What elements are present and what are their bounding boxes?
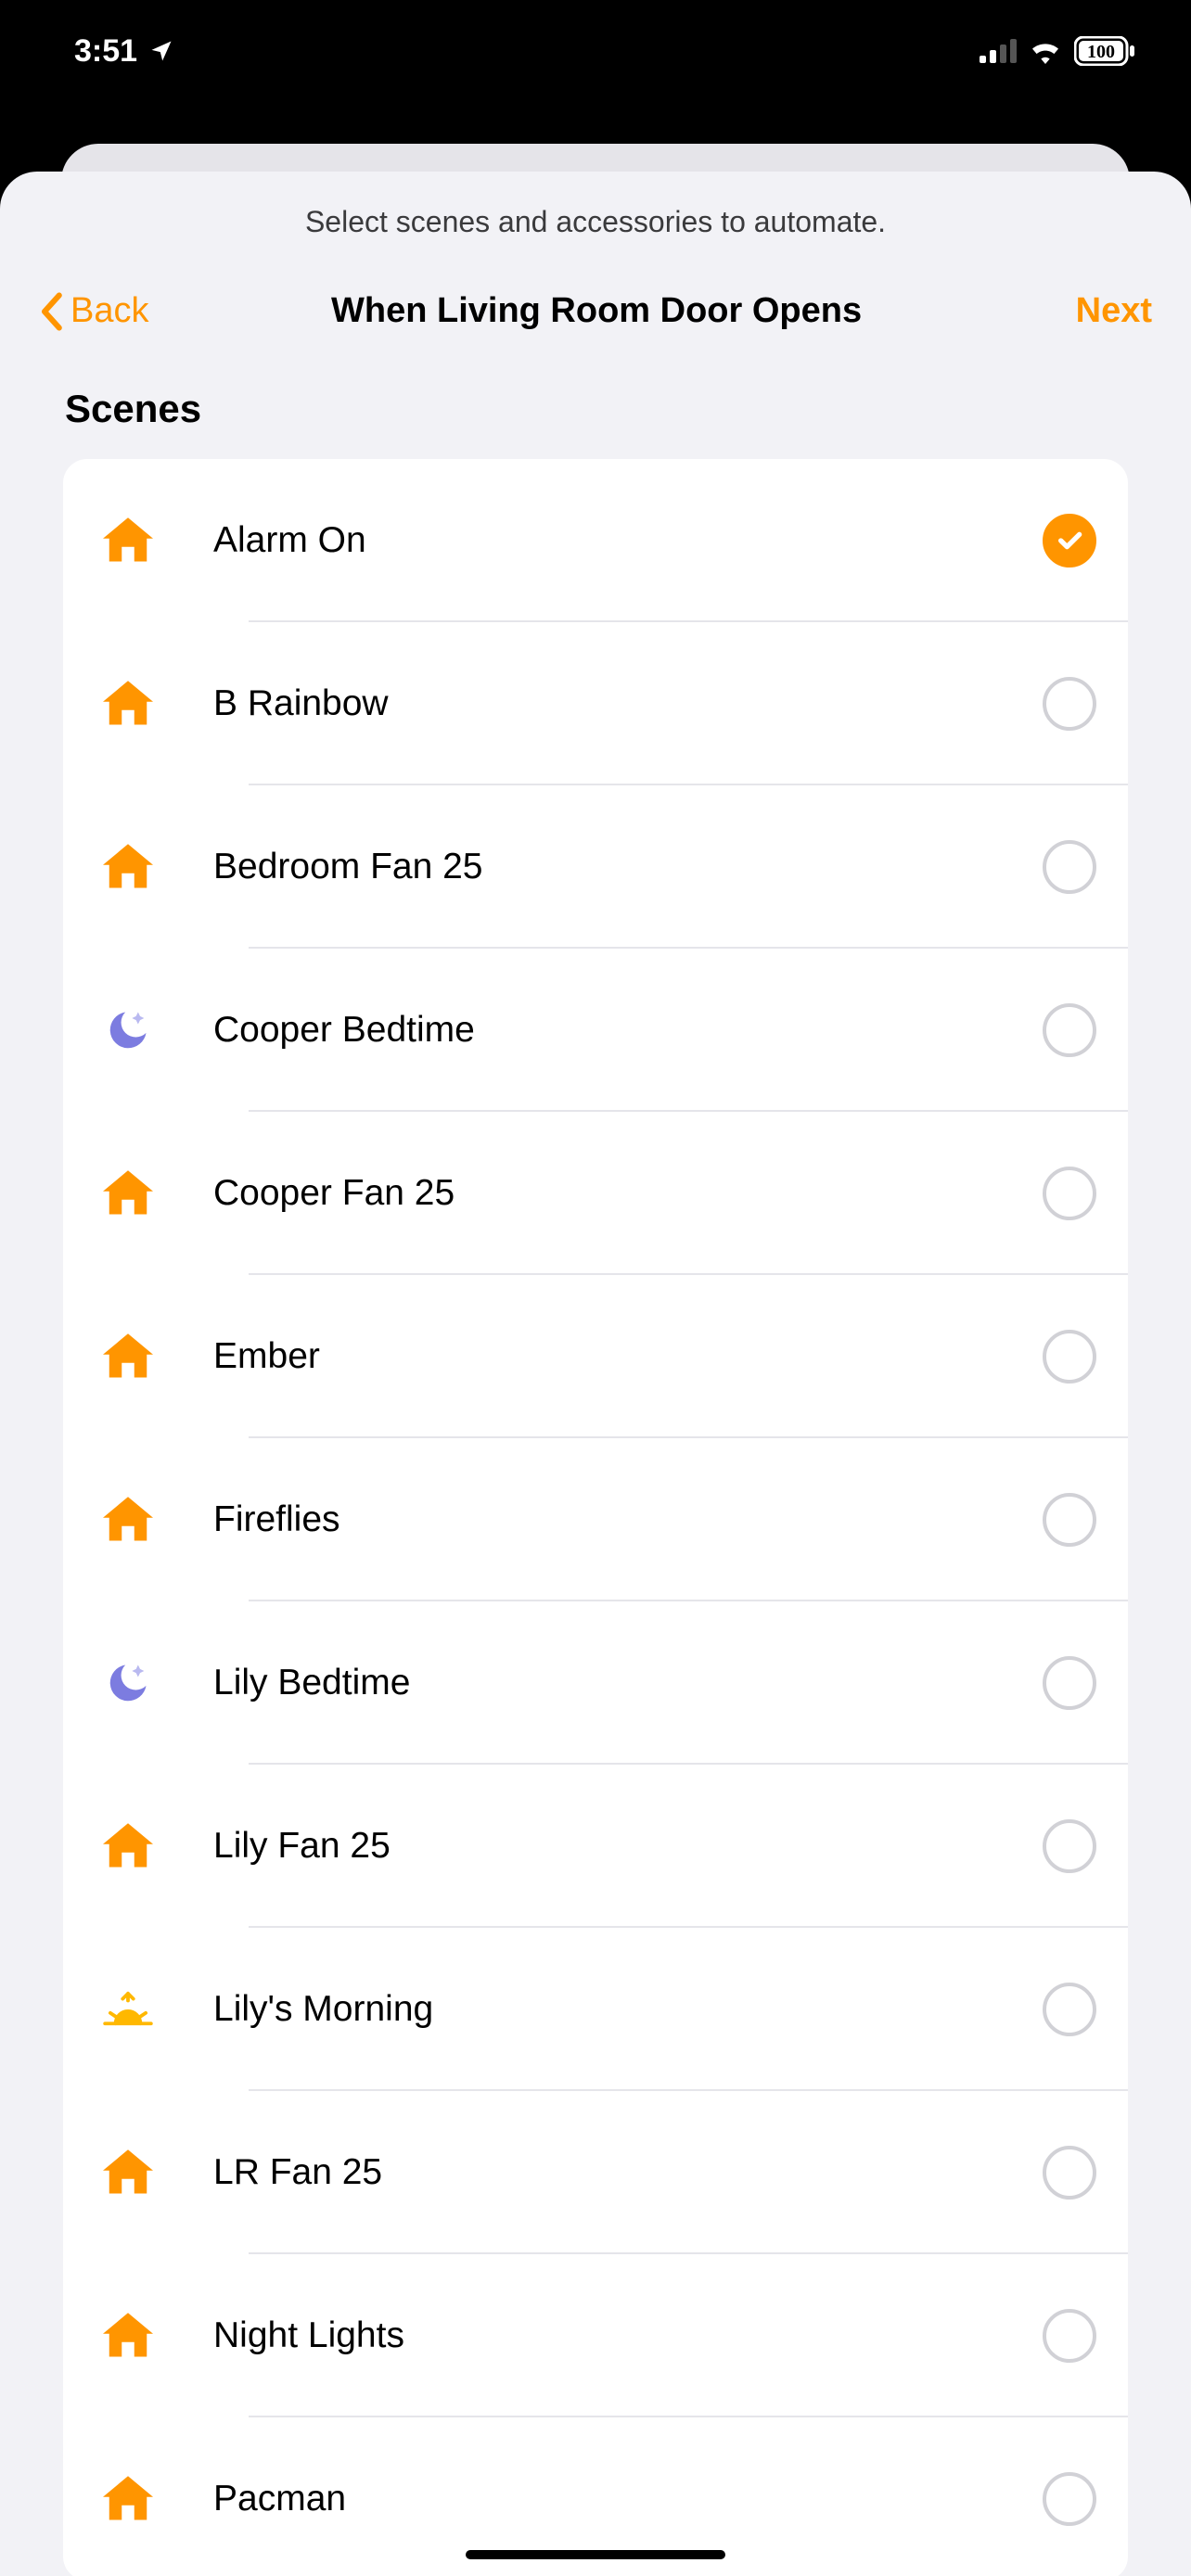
scene-label: Night Lights — [213, 2315, 1043, 2356]
sheet-subtitle: Select scenes and accessories to automat… — [0, 172, 1191, 276]
scene-row[interactable]: Alarm On — [63, 459, 1128, 622]
selection-checkbox[interactable] — [1043, 1983, 1096, 2036]
scene-row[interactable]: B Rainbow — [63, 622, 1128, 785]
status-left: 3:51 — [74, 33, 174, 70]
selection-checkbox[interactable] — [1043, 677, 1096, 731]
home-indicator[interactable] — [466, 2550, 725, 2559]
status-bar: 3:51 100 — [0, 0, 1191, 102]
scenes-header: Scenes — [0, 364, 1191, 459]
nav-title: When Living Room Door Opens — [117, 291, 1075, 331]
house-icon — [100, 2145, 156, 2200]
house-icon — [100, 1818, 156, 1874]
house-icon — [100, 2308, 156, 2364]
selection-checkbox[interactable] — [1043, 2146, 1096, 2200]
cellular-icon — [980, 39, 1017, 63]
scene-label: Cooper Bedtime — [213, 1010, 1043, 1051]
house-icon — [100, 1492, 156, 1548]
selection-checkbox[interactable] — [1043, 1656, 1096, 1710]
selection-checkbox[interactable] — [1043, 1330, 1096, 1384]
scene-label: Cooper Fan 25 — [213, 1173, 1043, 1214]
house-icon — [100, 676, 156, 732]
scene-label: B Rainbow — [213, 683, 1043, 724]
selection-checkbox[interactable] — [1043, 1819, 1096, 1873]
scene-label: Pacman — [213, 2479, 1043, 2519]
location-icon — [148, 38, 174, 64]
house-icon — [100, 2471, 156, 2527]
chevron-left-icon — [39, 292, 63, 331]
scene-row[interactable]: Cooper Bedtime — [63, 949, 1128, 1112]
status-time: 3:51 — [74, 33, 137, 70]
scene-row[interactable]: Ember — [63, 1275, 1128, 1438]
scene-label: Lily's Morning — [213, 1989, 1043, 2030]
moon-icon — [100, 1655, 156, 1711]
scene-row[interactable]: Cooper Fan 25 — [63, 1112, 1128, 1275]
scene-row[interactable]: Lily Bedtime — [63, 1601, 1128, 1765]
selection-checkbox[interactable] — [1043, 1003, 1096, 1057]
selection-checkbox[interactable] — [1043, 2309, 1096, 2363]
scene-label: Fireflies — [213, 1499, 1043, 1540]
scene-label: Bedroom Fan 25 — [213, 847, 1043, 887]
selection-checkbox[interactable] — [1043, 514, 1096, 567]
scene-label: Lily Bedtime — [213, 1663, 1043, 1703]
battery-icon: 100 — [1074, 36, 1135, 66]
moon-icon — [100, 1002, 156, 1058]
house-icon — [100, 513, 156, 568]
selection-checkbox[interactable] — [1043, 840, 1096, 894]
selection-checkbox[interactable] — [1043, 2472, 1096, 2526]
scenes-list: Alarm On B Rainbow Bedroom Fan 25 Cooper Be… — [63, 459, 1128, 2576]
scene-label: Ember — [213, 1336, 1043, 1377]
modal-sheet: Select scenes and accessories to automat… — [0, 172, 1191, 2576]
nav-bar: Back When Living Room Door Opens Next — [0, 276, 1191, 364]
scene-row[interactable]: Bedroom Fan 25 — [63, 785, 1128, 949]
next-button[interactable]: Next — [1076, 291, 1152, 331]
scene-label: LR Fan 25 — [213, 2152, 1043, 2193]
scene-row[interactable]: Fireflies — [63, 1438, 1128, 1601]
scene-row[interactable]: Lily Fan 25 — [63, 1765, 1128, 1928]
house-icon — [100, 1166, 156, 1221]
scene-label: Alarm On — [213, 520, 1043, 561]
house-icon — [100, 839, 156, 895]
sunrise-icon — [100, 1982, 156, 2037]
status-right: 100 — [980, 36, 1135, 66]
scene-label: Lily Fan 25 — [213, 1826, 1043, 1867]
selection-checkbox[interactable] — [1043, 1167, 1096, 1220]
scene-row[interactable]: LR Fan 25 — [63, 2091, 1128, 2254]
scene-row[interactable]: Lily's Morning — [63, 1928, 1128, 2091]
selection-checkbox[interactable] — [1043, 1493, 1096, 1547]
wifi-icon — [1028, 38, 1063, 64]
scene-row[interactable]: Night Lights — [63, 2254, 1128, 2417]
svg-text:100: 100 — [1087, 42, 1115, 62]
house-icon — [100, 1329, 156, 1384]
